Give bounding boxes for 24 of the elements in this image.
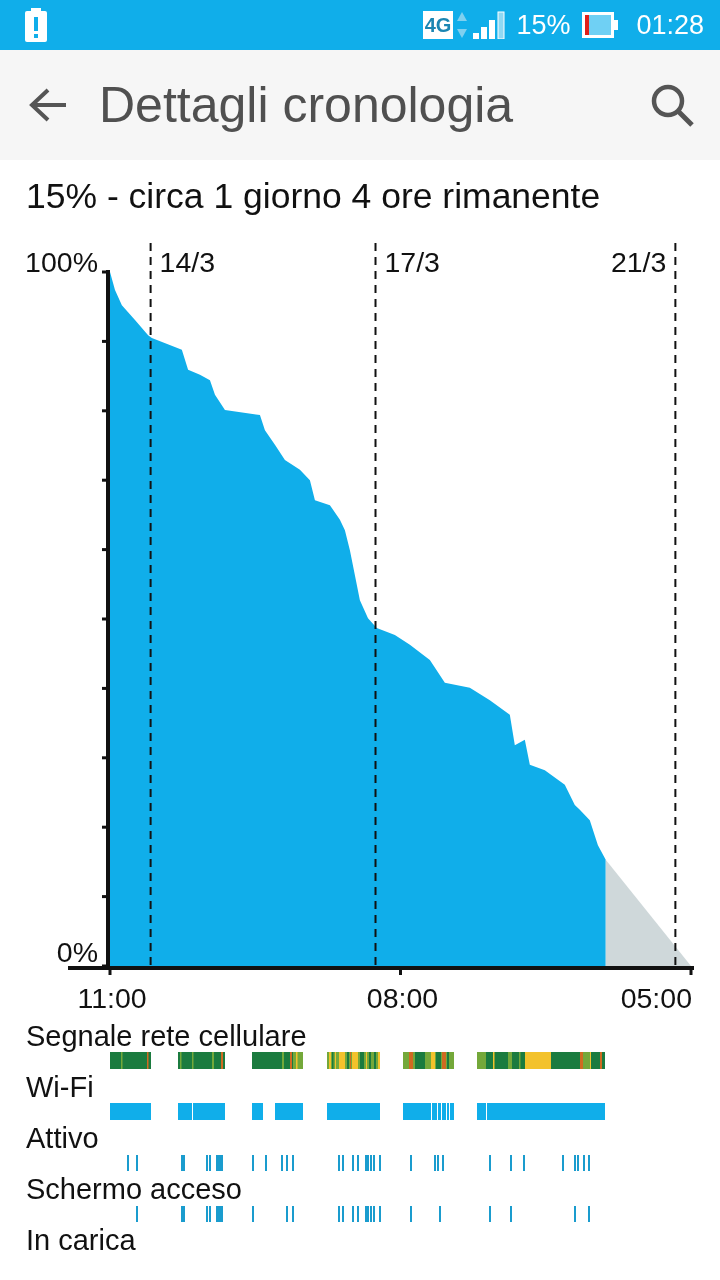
data-activity-icon	[456, 11, 469, 39]
x-axis-label: 11:00	[77, 982, 147, 1014]
search-icon[interactable]	[650, 83, 694, 127]
timeline-label: Schermo acceso	[26, 1173, 242, 1205]
y-axis-label: 100%	[25, 246, 98, 278]
date-label: 17/3	[384, 246, 440, 278]
back-arrow-icon[interactable]	[28, 87, 68, 123]
battery-icon	[582, 12, 619, 38]
network-type-badge: 4G	[422, 11, 454, 39]
battery-percent: 15%	[516, 9, 571, 41]
battery-alert-icon	[25, 8, 47, 42]
timeline-label: Attivo	[26, 1122, 99, 1154]
battery-summary: 15% - circa 1 giorno 4 ore rimanente	[26, 176, 601, 216]
screen-title: Dettagli cronologia	[99, 76, 514, 134]
x-axis-label: 08:00	[366, 982, 439, 1014]
clock: 01:28	[636, 9, 704, 41]
date-label: 14/3	[159, 246, 216, 278]
timeline-label: Segnale rete cellulare	[26, 1020, 307, 1052]
y-axis-label: 0%	[56, 936, 98, 968]
date-label: 21/3	[610, 246, 667, 278]
timeline-label: Wi-Fi	[26, 1071, 94, 1103]
timeline-label: In carica	[26, 1224, 136, 1256]
x-axis-label: 05:00	[620, 982, 692, 1014]
signal-strength-icon	[473, 11, 506, 39]
